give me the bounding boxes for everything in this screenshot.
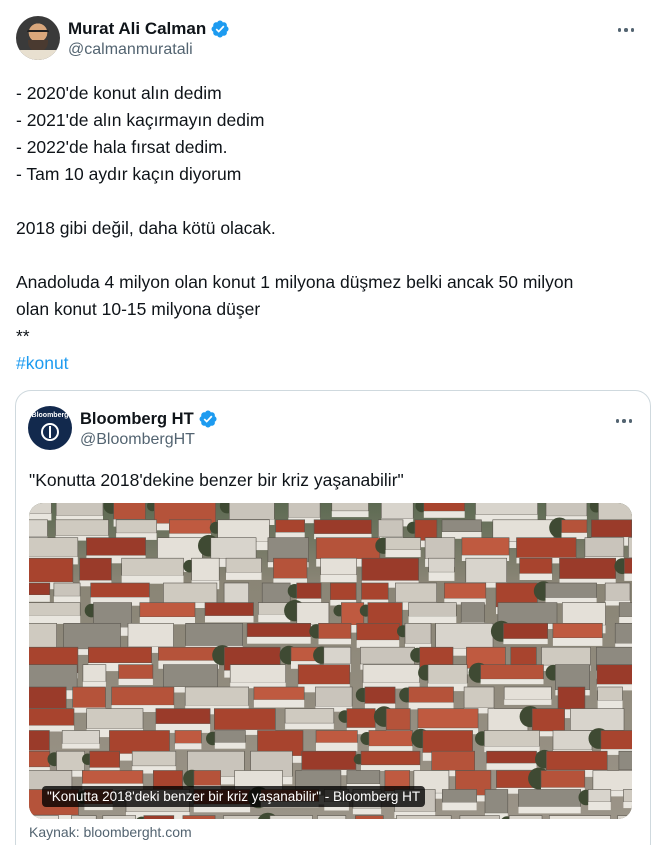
hashtag-link[interactable]: #konut [16, 353, 69, 373]
tweet-stars: ** [16, 326, 30, 346]
tweet: Murat Ali Calman @calmanmuratali - 2020'… [0, 0, 652, 845]
author-display-name[interactable]: Murat Ali Calman [68, 19, 206, 39]
aerial-city-illustration [29, 503, 632, 819]
tweet-paragraph-3-line-1: Anadoluda 4 milyon olan konut 1 milyona … [16, 272, 574, 292]
tweet-paragraph-3-line-2: olan konut 10-15 milyona düşer [16, 299, 261, 319]
aerial-city-photo[interactable]: "Konutta 2018'deki benzer bir kriz yaşan… [29, 503, 632, 819]
quoted-text: "Konutta 2018'dekine benzer bir kriz yaş… [29, 470, 404, 490]
more-options-icon[interactable] [614, 20, 638, 40]
avatar-shirt [16, 50, 60, 60]
quoted-tweet-card[interactable]: Bloomberg Bloomberg HT @BloombergHT "Kon… [15, 390, 651, 845]
tweet-line-1: - 2020'de konut alın dedim [16, 83, 222, 103]
avatar-glasses [27, 30, 49, 36]
quoted-avatar[interactable]: Bloomberg [28, 406, 72, 450]
more-options-icon[interactable] [612, 411, 636, 431]
tweet-text: - 2020'de konut alın dedim - 2021'de alı… [16, 80, 646, 377]
author-avatar[interactable] [16, 16, 60, 60]
media-caption: "Konutta 2018'deki benzer bir kriz yaşan… [42, 786, 426, 807]
quoted-name-row: Bloomberg HT [80, 408, 218, 430]
quoted-handle[interactable]: @BloombergHT [80, 431, 195, 449]
tweet-line-2: - 2021'de alın kaçırmayın dedim [16, 110, 265, 130]
author-handle[interactable]: @calmanmuratali [68, 41, 193, 59]
verified-badge-icon [211, 20, 229, 38]
author-name-row: Murat Ali Calman [68, 18, 230, 40]
quoted-display-name[interactable]: Bloomberg HT [80, 410, 194, 429]
tweet-line-4: - Tam 10 aydır kaçın diyorum [16, 164, 242, 184]
quoted-avatar-logo-text: Bloomberg [31, 412, 69, 419]
tweet-paragraph-2: 2018 gibi değil, daha kötü olacak. [16, 218, 276, 238]
source-label[interactable]: Kaynak: bloomberght.com [29, 824, 192, 840]
verified-badge-icon [199, 410, 217, 428]
tweet-line-3: - 2022'de hala fırsat dedim. [16, 137, 228, 157]
